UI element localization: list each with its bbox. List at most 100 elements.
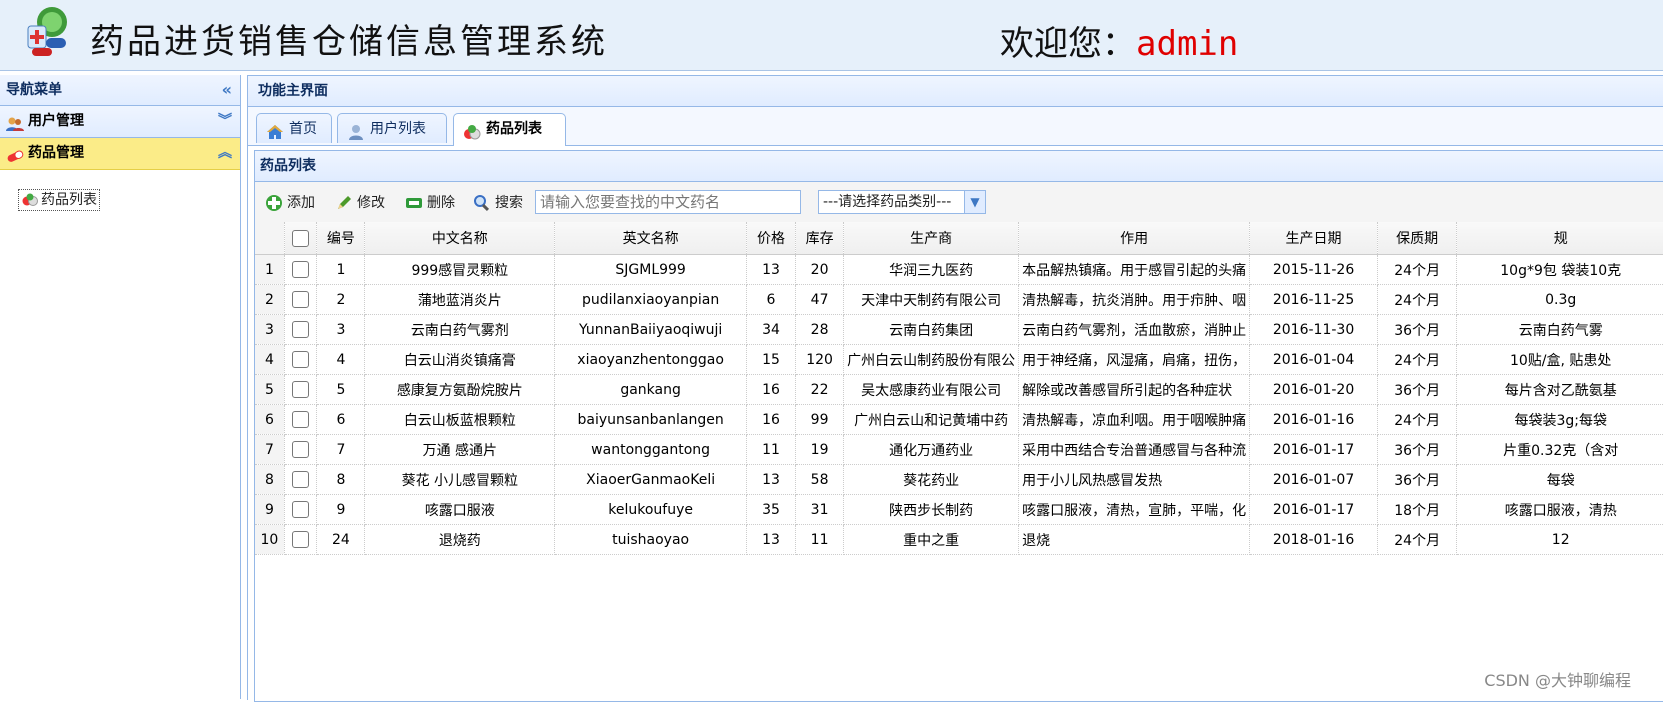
cell-id: 7 [316,434,366,465]
row-checkbox[interactable] [284,374,318,405]
cell-stock: 28 [795,314,845,345]
cell-spec: 咳露口服液，清热 [1456,494,1663,525]
tab-label: 首页 [289,121,317,137]
row-checkbox-input[interactable] [292,351,310,368]
table-header-row: 编号 中文名称 英文名称 价格 库存 生产商 作用 生产日期 保质期 规 [255,222,1663,255]
cell-maker: 华润三九医药 [843,254,1020,285]
row-checkbox[interactable] [284,434,318,465]
edit-label: 修改 [357,195,385,211]
cell-price: 16 [746,374,796,405]
row-checkbox-input[interactable] [292,471,310,488]
table-row[interactable]: 2 2 蒲地蓝消炎片 pudilanxiaoyanpian 6 47 天津中天制药有限公司清… [255,284,1663,315]
row-checkbox-input[interactable] [292,501,310,518]
table-row[interactable]: 3 3 云南白药气雾剂 YunnanBaiiyaoqiwuji 34 28 云南白药集团 云南… [255,314,1663,345]
row-checkbox[interactable] [284,464,318,495]
row-checkbox[interactable] [284,314,318,345]
cell-effect: 退烧 [1018,524,1251,555]
column-header-shelf-life[interactable]: 保质期 [1377,222,1458,255]
cell-price: 16 [746,404,796,435]
cell-effect: 本品解热镇痛。用于感冒引起的头痛 [1018,254,1251,285]
cell-maker: 吴太感康药业有限公司 [843,374,1020,405]
search-input[interactable] [535,190,801,214]
cell-date: 2016-01-04 [1249,344,1378,375]
cell-shelf-life: 36个月 [1377,374,1458,405]
select-all-header[interactable] [284,222,318,255]
row-number: 10 [255,524,285,555]
sidebar-section-user-management[interactable]: 用户管理 ︾ [0,106,240,138]
cell-maker: 陕西步长制药 [843,494,1020,525]
cell-maker: 天津中天制药有限公司 [843,284,1020,315]
column-header-effect[interactable]: 作用 [1018,222,1251,255]
cell-cn-name: 白云山消炎镇痛膏 [364,344,556,375]
tab-user-list[interactable]: 用户列表× [337,113,447,167]
cell-spec: 每片含对乙酰氨基 [1456,374,1663,405]
row-checkbox-input[interactable] [292,261,310,278]
search-button[interactable]: 搜索 [471,192,523,214]
column-header-stock[interactable]: 库存 [795,222,845,255]
table-row[interactable]: 6 6 白云山板蓝根颗粒 baiyunsanbanlangen 16 99 广州白云山和记黄… [255,404,1663,435]
cell-date: 2016-01-17 [1249,434,1378,465]
cell-id: 1 [316,254,366,285]
cell-shelf-life: 36个月 [1377,464,1458,495]
cell-cn-name: 蒲地蓝消炎片 [364,284,556,315]
add-button[interactable]: 添加 [263,192,315,214]
plus-icon [265,194,283,212]
column-header-maker[interactable]: 生产商 [843,222,1020,255]
table-body: 1 1 999感冒灵颗粒 SJGML999 13 20 华润三九医药 本品解热镇痛。用于感冒引… [255,254,1663,555]
cell-stock: 31 [795,494,845,525]
column-header-cn-name[interactable]: 中文名称 [364,222,556,255]
column-header-price[interactable]: 价格 [746,222,796,255]
cell-shelf-life: 24个月 [1377,524,1458,555]
column-header-spec[interactable]: 规 [1456,222,1663,255]
category-select[interactable]: ---请选择药品类别--- ▼ [818,190,986,214]
row-checkbox[interactable] [284,404,318,435]
edit-button[interactable]: 修改 [333,192,385,214]
table-row[interactable]: 9 9 咳露口服液 kelukoufuye 35 31 陕西步长制药 咳露口服液，清热，宣肺，… [255,494,1663,525]
column-header-date[interactable]: 生产日期 [1249,222,1378,255]
cell-id: 9 [316,494,366,525]
column-header-en-name[interactable]: 英文名称 [554,222,748,255]
column-header-id[interactable]: 编号 [316,222,366,255]
table-row[interactable]: 8 8 葵花 小儿感冒颗粒 XiaoerGanmaoKeli 13 58 葵花药业 用于小儿风… [255,464,1663,495]
cell-effect: 云南白药气雾剂，活血散瘀，消肿止 [1018,314,1251,345]
row-checkbox[interactable] [284,254,318,285]
cell-id: 2 [316,284,366,315]
sidebar-section-medicine-management[interactable]: 药品管理 ︽ [0,138,240,170]
cell-effect: 咳露口服液，清热，宣肺，平喘，化 [1018,494,1251,525]
row-checkbox-input[interactable] [292,381,310,398]
table-row[interactable]: 5 5 感康复方氨酚烷胺片 gankang 16 22 吴太感康药业有限公司 解除或改善感冒所… [255,374,1663,405]
cell-maker: 通化万通药业 [843,434,1020,465]
cell-en-name: gankang [554,374,748,405]
double-chevron-down-icon[interactable]: ︾ [218,106,232,137]
row-checkbox[interactable] [284,494,318,525]
row-checkbox-input[interactable] [292,321,310,338]
users-icon [6,113,24,131]
row-checkbox-input[interactable] [292,411,310,428]
cell-en-name: xiaoyanzhentonggao [554,344,748,375]
double-chevron-up-icon[interactable]: ︽ [218,138,232,169]
row-checkbox-input[interactable] [292,441,310,458]
row-checkbox-input[interactable] [292,291,310,308]
delete-button[interactable]: 删除 [403,192,455,214]
sidebar-item-medicine-list[interactable]: 药品列表 [18,189,100,211]
row-checkbox[interactable] [284,344,318,375]
row-checkbox[interactable] [284,524,318,555]
list-title: 药品列表 [260,158,316,174]
row-checkbox[interactable] [284,284,318,315]
list-panel-header: 药品列表 [255,151,1663,182]
table-row[interactable]: 1 1 999感冒灵颗粒 SJGML999 13 20 华润三九医药 本品解热镇痛。用于感冒引… [255,254,1663,285]
cell-date: 2016-01-20 [1249,374,1378,405]
table-row[interactable]: 4 4 白云山消炎镇痛膏 xiaoyanzhentonggao 15 120 广州白云山制药… [255,344,1663,375]
cell-maker: 广州白云山制药股份有限公 [843,344,1020,375]
cell-cn-name: 退烧药 [364,524,556,555]
select-all-checkbox[interactable] [292,229,310,247]
chevron-down-icon[interactable]: ▼ [964,191,985,213]
tab-home[interactable]: 首页 [256,113,332,143]
cell-stock: 99 [795,404,845,435]
row-checkbox-input[interactable] [292,531,310,548]
cell-spec: 云南白药气雾 [1456,314,1663,345]
tab-medicine-list[interactable]: 药品列表× [453,113,566,167]
table-row[interactable]: 10 24 退烧药 tuishaoyao 13 11 重中之重 退烧 2018-01-16 24个… [255,524,1663,555]
double-chevron-left-icon[interactable]: « [222,75,232,105]
table-row[interactable]: 7 7 万通 感通片 wantonggantong 11 19 通化万通药业 采用中西结合专治… [255,434,1663,465]
